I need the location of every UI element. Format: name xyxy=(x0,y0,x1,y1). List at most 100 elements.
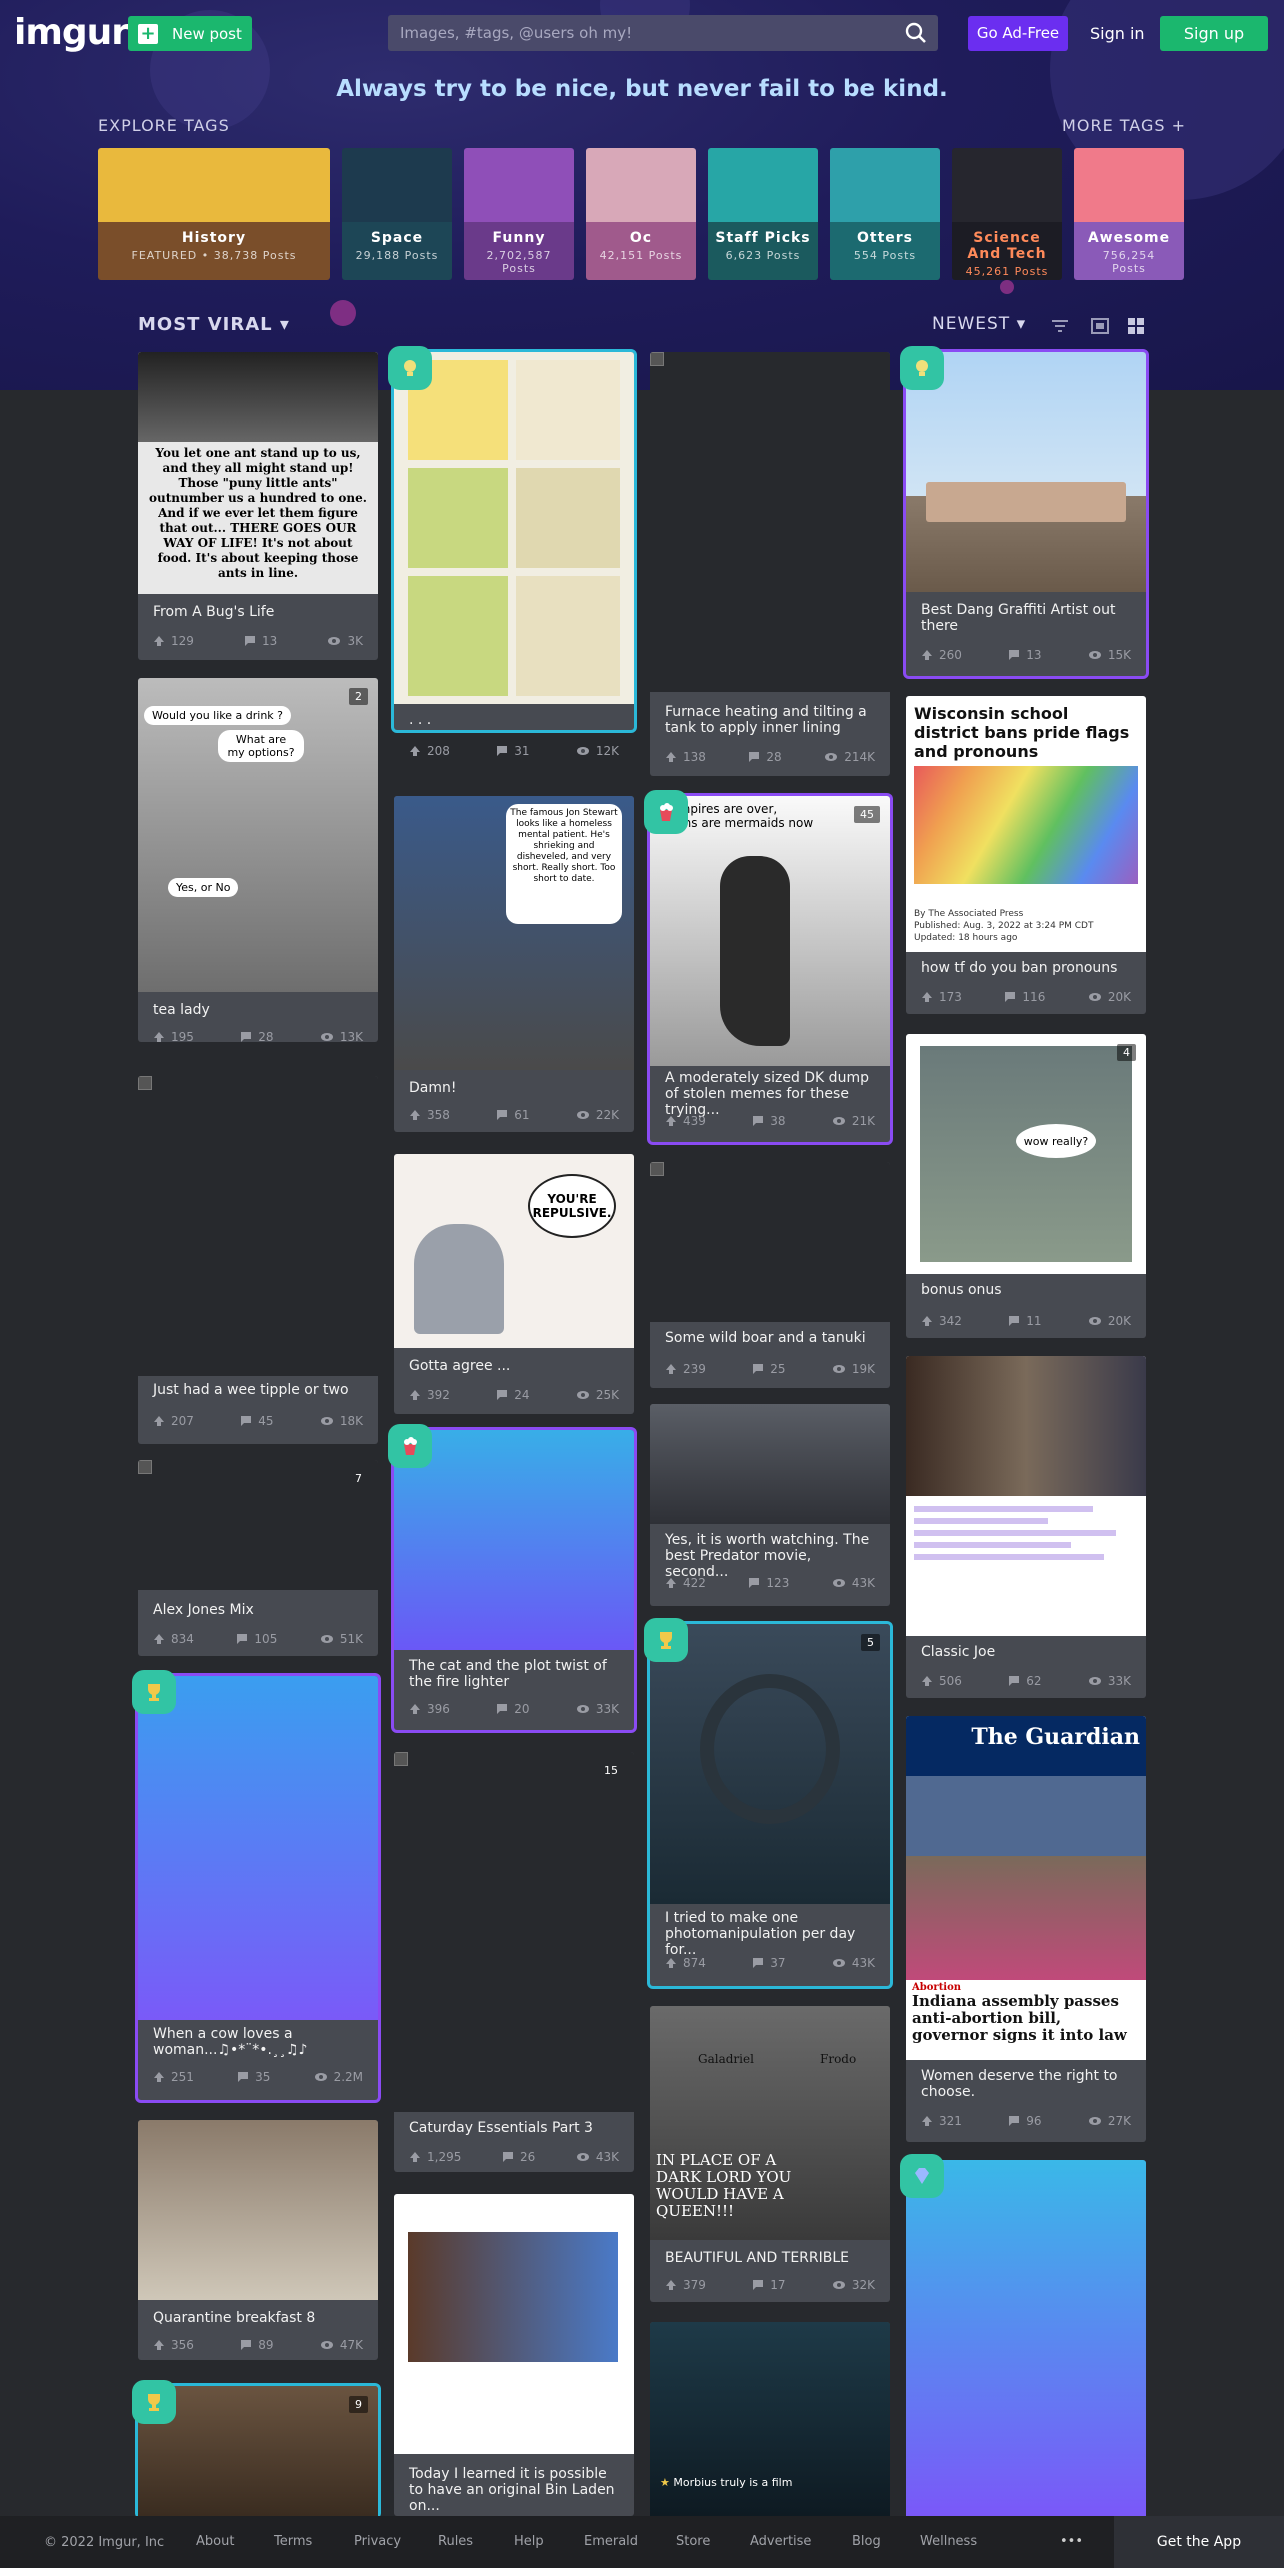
comic-panel xyxy=(408,576,508,696)
footer-link-rules[interactable]: Rules xyxy=(438,2534,473,2549)
post-card[interactable]: 5 I tried to make one photomanipulation … xyxy=(644,1618,890,1986)
post-card[interactable]: Some wild boar and a tanuki 239 25 19K xyxy=(650,1162,890,1388)
tag-info: Staff Picks 6,623 Posts xyxy=(708,221,818,280)
tag-staff-picks[interactable]: Staff Picks 6,623 Posts xyxy=(708,148,818,280)
footer-link-help[interactable]: Help xyxy=(514,2534,544,2549)
comment-icon xyxy=(1009,2116,1020,2126)
tag-space[interactable]: Space 29,188 Posts xyxy=(342,148,452,280)
comment-count: 28 xyxy=(766,750,782,764)
footer-link-terms[interactable]: Terms xyxy=(274,2534,312,2549)
tag-art xyxy=(952,148,1062,222)
more-tags-link[interactable]: MORE TAGS + xyxy=(1062,116,1186,135)
footer-link-privacy[interactable]: Privacy xyxy=(354,2534,401,2549)
list-view-icon[interactable] xyxy=(1090,316,1110,336)
tag-history[interactable]: History FEATURED • 38,738 Posts xyxy=(98,148,330,280)
chat-line xyxy=(914,1542,1071,1548)
view-count: 20K xyxy=(1107,990,1131,1004)
post-card[interactable]: YOU'RE REPULSIVE. Gotta agree ... 392 24… xyxy=(394,1154,634,1414)
tag-count: 6,623 Posts xyxy=(725,248,801,262)
post-stats: 173 116 20K xyxy=(921,990,1131,1004)
tag-art xyxy=(830,148,940,222)
post-card[interactable]: Quarantine breakfast 8 356 89 47K xyxy=(138,2120,378,2360)
popcorn-badge xyxy=(388,1424,432,1468)
footer-link-emerald[interactable]: Emerald xyxy=(584,2534,638,2549)
comic-panel xyxy=(516,576,620,696)
comments: 24 xyxy=(496,1388,530,1402)
post-title: Yes, it is worth watching. The best Pred… xyxy=(665,1532,870,1580)
tag-otters[interactable]: Otters 554 Posts xyxy=(830,148,940,280)
tag-funny[interactable]: Funny 2,702,587 Posts xyxy=(464,148,574,280)
eye-icon xyxy=(328,637,341,645)
grid-view-icon[interactable] xyxy=(1126,316,1146,336)
comment-icon xyxy=(502,2152,513,2162)
post-card[interactable]: 9 xyxy=(132,2380,378,2516)
post-card[interactable]: . . . 208 31 12K xyxy=(388,346,634,758)
upvotes: 129 xyxy=(153,634,194,648)
upvote-count: 195 xyxy=(171,1030,194,1044)
search-bar xyxy=(388,15,938,51)
post-card[interactable]: The Guardian Abortion Indiana assembly p… xyxy=(906,1716,1146,2142)
news-headline: Wisconsin school district bans pride fla… xyxy=(914,704,1130,761)
post-card[interactable]: Wisconsin school district bans pride fla… xyxy=(906,696,1146,1014)
comment-count: 28 xyxy=(258,1030,274,1044)
post-card[interactable]: Furnace heating and tilting a tank to ap… xyxy=(650,352,890,776)
post-card[interactable]: Today I learned it is possible to have a… xyxy=(394,2194,634,2516)
post-card[interactable]: When a cow loves a woman...♫•*¨*•.¸¸♫♪ 2… xyxy=(132,1670,378,2100)
eye-icon xyxy=(320,1417,333,1425)
post-image xyxy=(138,1460,378,1590)
comic-panel xyxy=(516,468,620,568)
more-options-icon[interactable]: ••• xyxy=(1060,2534,1083,2549)
footer-link-store[interactable]: Store xyxy=(676,2534,710,2549)
upvote-icon xyxy=(922,1316,932,1326)
get-app-button[interactable]: Get the App xyxy=(1114,2516,1284,2568)
order-dropdown[interactable]: NEWEST ▾ xyxy=(932,314,1026,334)
eye-icon xyxy=(320,1635,333,1643)
post-card[interactable]: The famous Jon Stewart looks like a home… xyxy=(394,796,634,1132)
post-card[interactable]: Classic Joe 506 62 33K xyxy=(906,1356,1146,1698)
footer-link-advertise[interactable]: Advertise xyxy=(750,2534,811,2549)
post-card[interactable]: Yes, it is worth watching. The best Pred… xyxy=(650,1404,890,1606)
post-image: ★ Morbius truly is a film xyxy=(650,2322,890,2516)
nav-strip xyxy=(906,1776,1146,1856)
post-card[interactable]: Best Dang Graffiti Artist out there 260 … xyxy=(900,346,1146,676)
post-card[interactable]: Vampires are over, goths are mermaids no… xyxy=(644,790,890,1142)
post-card[interactable]: You let one ant stand up to us, and they… xyxy=(138,352,378,660)
view-count: 25K xyxy=(595,1388,619,1402)
footer-link-blog[interactable]: Blog xyxy=(852,2534,881,2549)
post-card[interactable] xyxy=(900,2154,1146,2516)
upvote-icon xyxy=(154,1634,164,1644)
post-card[interactable]: 7 Alex Jones Mix 834 105 51K xyxy=(138,1460,378,1656)
search-input[interactable] xyxy=(388,15,890,51)
speech-bubble: Would you like a drink ? xyxy=(144,706,292,725)
tag-science-and-tech[interactable]: Science And Tech 45,261 Posts xyxy=(952,148,1062,280)
footer-link-about[interactable]: About xyxy=(196,2534,234,2549)
post-card[interactable]: The cat and the plot twist of the fire l… xyxy=(388,1424,634,1730)
comment-count: 62 xyxy=(1026,1674,1042,1688)
imgur-logo[interactable]: imgur xyxy=(14,12,129,53)
go-ad-free-button[interactable]: Go Ad-Free xyxy=(968,16,1068,51)
upvote-count: 239 xyxy=(683,1362,706,1376)
post-image: wow really? xyxy=(906,1034,1146,1274)
views: 214K xyxy=(824,750,875,764)
filter-icon[interactable] xyxy=(1050,316,1070,336)
sign-in-link[interactable]: Sign in xyxy=(1090,16,1145,51)
new-post-button[interactable]: + New post xyxy=(128,16,252,51)
post-card[interactable]: ★ Morbius truly is a film xyxy=(650,2322,890,2516)
tag-awesome[interactable]: Awesome 756,254 Posts xyxy=(1074,148,1184,280)
comic-panel xyxy=(516,360,620,460)
post-card[interactable]: Would you like a drink ? What are my opt… xyxy=(138,678,378,1044)
post-card[interactable]: 15 Caturday Essentials Part 3 1,295 26 4… xyxy=(394,1752,634,2172)
tag-info: History FEATURED • 38,738 Posts xyxy=(98,221,330,280)
tag-count: 29,188 Posts xyxy=(355,248,439,262)
search-icon[interactable] xyxy=(904,21,928,45)
sort-dropdown[interactable]: MOST VIRAL ▾ xyxy=(138,314,290,335)
upvotes: 138 xyxy=(665,750,706,764)
post-card[interactable]: Just had a wee tipple or two 207 45 18K xyxy=(138,1076,378,1444)
post-card[interactable]: wow really? 4 bonus onus 342 11 20K xyxy=(906,1034,1146,1338)
comment-icon xyxy=(753,1116,764,1126)
footer-link-wellness[interactable]: Wellness xyxy=(920,2534,977,2549)
post-card[interactable]: Galadriel Frodo IN PLACE OF A DARK LORD … xyxy=(650,2006,890,2302)
sign-up-button[interactable]: Sign up xyxy=(1160,16,1268,51)
review-text: Morbius truly is a film xyxy=(673,2476,793,2489)
tag-oc[interactable]: Oc 42,151 Posts xyxy=(586,148,696,280)
